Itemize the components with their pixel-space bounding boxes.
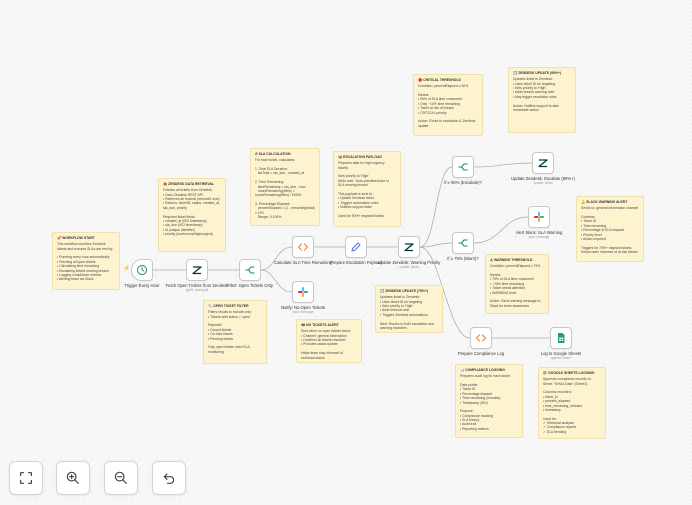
note-open-filter[interactable]: 🔍 OPEN TICKET FILTER Filters results to … [203,300,267,364]
fit-view-button[interactable] [9,461,43,495]
fit-view-icon [20,472,32,484]
note-body: Fetches all tickets from Zendesk: • Uses… [163,188,220,236]
if-branch-icon [458,163,468,171]
note-zendesk-update-90[interactable]: 🔄 ZENDESK UPDATE (90%+) Updates ticket i… [508,67,576,133]
if-branch-icon [458,239,468,247]
zendesk-icon [404,243,414,252]
workflow-canvas[interactable]: 🚀 WORKFLOW START This workflow monitors … [0,0,692,505]
node-filter-open[interactable] [239,259,261,281]
node-label: Notify: No Open Tickets post: message [281,305,325,315]
edge-update-if75 [419,242,453,248]
note-critical-threshold[interactable]: 🛑 CRITICAL THRESHOLD Condition: percentE… [413,74,483,136]
note-title: 🛑 CRITICAL THRESHOLD [418,78,461,82]
node-fetch-zendesk[interactable] [186,259,208,281]
edge-update-if90 [419,166,453,248]
note-body: Updates ticket in Zendesk: • Uses ticket… [380,295,434,330]
note-sla-calculation[interactable]: ⏱ SLA CALCULATION For each ticket, calcu… [250,148,320,226]
note-body: Prepares audit log for each ticket: Data… [460,374,511,431]
edge-filter-calc [260,246,293,271]
node-notify-no-tickets[interactable] [292,281,314,303]
note-title: 🔍 OPEN TICKET FILTER [208,304,249,308]
note-title: ⚠ WARNING THRESHOLD [490,258,533,262]
undo-icon [163,473,175,484]
node-label: Filter: Open Tickets Only [227,283,273,288]
note-title: 📦 ESCALATION PAYLOAD [338,155,382,159]
trigger-bolt-icon: ⚡ [123,266,131,272]
note-sheets-logging[interactable]: 📗 GOOGLE SHEETS LOGGING Appends complian… [538,367,606,439]
note-title: 📭 NO TICKETS ALERT [301,323,339,327]
node-update-escalate[interactable] [532,152,554,174]
pencil-icon [351,242,361,252]
note-compliance-logging[interactable]: 📊 COMPLIANCE LOGGING Prepares audit log … [455,364,523,438]
node-label: If ≥ 75% (Warn)? [447,256,479,261]
note-body: Prepares data for high urgency tickets: … [338,161,389,218]
zendesk-icon [192,266,202,275]
node-if-90[interactable] [452,156,474,178]
note-title: 📊 COMPLIANCE LOGGING [460,368,505,372]
node-calculate-sla[interactable] [292,236,314,258]
node-prepare-compliance[interactable] [470,327,492,349]
node-alert-slack[interactable] [528,206,550,228]
edge-if90-escalate [473,162,533,168]
note-title: 📥 ZENDESK DATA RETRIEVAL [163,182,214,186]
node-label: If ≥ 90% (Escalate)? [444,180,482,185]
note-body: Condition: percentElapsed ≥ 75% Means: •… [490,264,541,308]
note-body: Condition: percentElapsed ≥ 90% Means: •… [418,84,476,128]
edge-filter-notify [260,269,293,293]
note-title: ⏱ SLA CALCULATION [255,152,291,156]
note-no-tickets[interactable]: 📭 NO TICKETS ALERT Sent when no open tic… [296,319,362,363]
note-body: For each ticket, calculates: 1. Total SL… [255,158,315,220]
undo-button[interactable] [152,461,186,495]
note-zendesk-retrieval[interactable]: 📥 ZENDESK DATA RETRIEVAL Fetches all tic… [158,178,226,252]
note-title: 🔔 SLACK WARNING ALERT [581,200,628,204]
zoom-in-icon [66,471,79,484]
zoom-in-button[interactable] [56,461,90,495]
note-escalation-payload[interactable]: 📦 ESCALATION PAYLOAD Prepares data for h… [333,151,401,227]
code-icon [297,243,309,251]
note-body: Updates ticket in Zendesk: • Uses ticket… [513,77,559,112]
node-label: Prepare Compliance Log [457,351,505,356]
node-google-sheets[interactable] [550,327,572,349]
node-prepare-escalation[interactable] [345,236,367,258]
note-body: Filters results to include only: • Ticke… [208,310,252,354]
note-zendesk-update-75[interactable]: 🔄 ZENDESK UPDATE (75%+) Updates ticket i… [375,285,443,333]
note-title: 🚀 WORKFLOW START [57,236,95,240]
note-body: Sent when no open tickets found: • Chann… [301,329,352,360]
note-slack-alert[interactable]: 🔔 SLACK WARNING ALERT Sends to: general … [576,196,644,262]
note-body: Sends to: general information channel Co… [581,206,639,254]
slack-icon [534,212,544,222]
note-workflow-start[interactable]: 🚀 WORKFLOW START This workflow monitors … [52,232,120,290]
slack-icon [298,287,308,297]
node-update-warning[interactable] [398,236,420,258]
zoom-out-icon [114,471,127,484]
note-title: 🔄 ZENDESK UPDATE (90%+) [513,71,561,75]
note-body: Appends compliance records to: Sheet: "S… [543,377,592,434]
zendesk-icon [538,159,548,168]
node-label: Log to Google Sheets append: sheet [540,351,582,361]
note-title: 🔄 ZENDESK UPDATE (75%+) [380,289,428,293]
note-warning-threshold[interactable]: ⚠ WARNING THRESHOLD Condition: percentEl… [485,254,549,314]
note-body: This workflow monitors Zendesk tickets a… [57,242,114,282]
google-sheets-icon [558,333,565,343]
zoom-out-button[interactable] [104,461,138,495]
code-icon [475,334,487,342]
node-if-75[interactable] [452,232,474,254]
node-label: Update Zendesk: Warning Priority update: … [377,260,441,270]
node-trigger-every-hour[interactable] [131,259,153,281]
clock-icon [137,265,147,275]
note-title: 📗 GOOGLE SHEETS LOGGING [543,371,595,375]
node-label: Alert Slack: SLA Warning post: message [515,230,563,240]
if-branch-icon [245,266,255,274]
node-label: Update Zendesk: Escalate (90%+) update: t… [511,176,575,186]
